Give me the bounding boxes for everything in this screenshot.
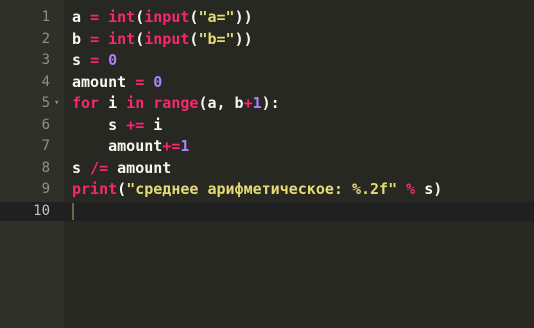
code-text: s += i: [72, 116, 162, 135]
code-token: s: [72, 51, 91, 69]
code-token: =: [90, 29, 100, 48]
code-token: +=: [126, 115, 145, 134]
fold-arrow-icon[interactable]: ▾: [54, 94, 62, 113]
code-token: =: [90, 8, 100, 26]
code-token: amount: [72, 72, 136, 91]
code-line[interactable]: 3 s = 0: [0, 51, 534, 70]
code-token: 1: [252, 94, 262, 112]
code-token: s): [415, 180, 443, 198]
code-token: (: [117, 180, 127, 198]
code-token: =: [90, 51, 100, 69]
code-line[interactable]: 10: [0, 202, 534, 221]
code-text: amount = 0: [72, 73, 162, 92]
code-token: 1: [180, 137, 190, 155]
code-token: int: [108, 29, 136, 48]
code-token: =: [135, 72, 145, 91]
code-token: int: [108, 8, 136, 26]
code-token: a: [72, 8, 91, 26]
code-text: a = int(input("a=")): [72, 8, 253, 27]
code-text: for i in range(a, b+1):: [72, 94, 280, 113]
code-token: +: [243, 94, 253, 112]
line-number: 7: [41, 138, 50, 154]
line-number: 1: [41, 9, 50, 25]
line-number: 4: [41, 73, 50, 90]
line-number: 2: [41, 30, 50, 47]
code-text: amount+=1: [72, 137, 189, 156]
code-editor[interactable]: 1a = int(input("a=")) 2 b = int(input("b="…: [0, 0, 534, 328]
code-token: ):: [261, 94, 280, 112]
code-text: s /= amount: [72, 159, 171, 178]
code-token: s: [72, 158, 91, 177]
code-token: (: [135, 29, 145, 48]
line-number: 3: [41, 52, 50, 68]
code-line[interactable]: 7 amount+=1: [0, 137, 534, 156]
code-token: print: [72, 180, 118, 198]
line-number: 5: [41, 95, 50, 111]
line-number: 6: [41, 116, 50, 133]
code-token: (: [135, 8, 145, 26]
code-token: +=: [162, 137, 181, 155]
code-token: s: [72, 115, 127, 134]
code-token: 0: [108, 51, 118, 69]
code-token: "среднее арифметическое: %.2f": [126, 180, 398, 198]
code-token: for: [72, 94, 100, 112]
code-line[interactable]: 2b = int(input("b=")): [0, 30, 534, 49]
code-text: s = 0: [72, 51, 117, 70]
code-text: print("среднее арифметическое: %.2f" % s…: [72, 180, 442, 199]
code-line[interactable]: 1a = int(input("a=")): [0, 8, 534, 27]
code-token: /=: [90, 158, 109, 177]
code-token: b: [72, 29, 91, 48]
code-token: in: [126, 94, 145, 112]
code-token: amount: [108, 158, 172, 177]
code-token: range: [153, 94, 199, 112]
code-token: %: [406, 180, 416, 198]
code-token: amount: [72, 137, 163, 155]
code-line[interactable]: 9 print("среднее арифметическое: %.2f" % …: [0, 180, 534, 199]
code-token: i: [144, 115, 163, 134]
code-token: )): [234, 8, 253, 26]
code-token: input: [144, 8, 190, 26]
code-token: 0: [153, 72, 163, 91]
line-number: 10: [33, 202, 50, 219]
line-number: 8: [41, 159, 50, 176]
code-token: (a, b: [198, 94, 244, 112]
code-token: i: [99, 94, 127, 112]
code-line[interactable]: 6 s += i: [0, 116, 534, 135]
code-token: "b=": [198, 29, 235, 48]
code-line[interactable]: 8 s /= amount: [0, 159, 534, 178]
code-line[interactable]: 5 ▾ for i in range(a, b+1):: [0, 94, 534, 113]
line-number: 9: [41, 181, 50, 197]
text-cursor: [72, 202, 74, 220]
code-line[interactable]: 4 amount = 0: [0, 73, 534, 92]
code-text: b = int(input("b=")): [72, 30, 253, 49]
code-token: input: [144, 29, 190, 48]
code-token: )): [234, 29, 253, 48]
code-token: "a=": [198, 8, 235, 26]
